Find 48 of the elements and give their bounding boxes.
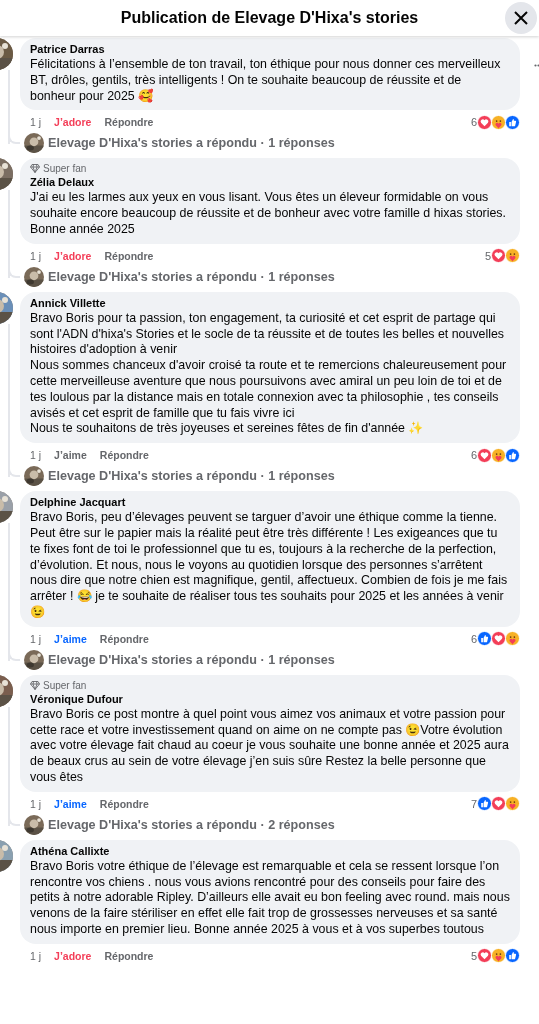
author-name[interactable]: Annick Villette bbox=[30, 296, 510, 309]
reaction-count: 6 bbox=[470, 449, 477, 462]
comment-text: Bravo Boris pour ta passion, ton engagement, ta curiosité et cet esprit de partage qui sont l'ADN d'hixa's Stories et le socle de ta réussite et de toutes les belles et nouvelles histoires d'adoption à venir Nous sommes chanceux d'avoir croisé ta route et te remercions chaleureusement pour cette merveilleuse aventure que nous poursuivons avec amiral un peu loin de toi et de tes loulous par la distance mais en totale connexion avec ta philosophie , tes conseils avisés et cet esprit de famille que tu fais vivre ici Nous te souhaitons de très joyeuses et sereines fêtes de fin d'année ✨ bbox=[30, 310, 508, 438]
timestamp: 1 j bbox=[30, 949, 42, 962]
close-icon bbox=[514, 11, 528, 25]
diamond-icon bbox=[30, 164, 40, 174]
badge-label: Super fan bbox=[43, 163, 87, 175]
reaction-count: 5 bbox=[470, 949, 477, 962]
reply-link[interactable]: Répondre bbox=[99, 449, 149, 462]
reaction-count: 5 bbox=[484, 249, 491, 262]
author-name[interactable]: Athéna Callixte bbox=[30, 844, 510, 857]
badge-label: Super fan bbox=[43, 679, 87, 691]
react-link[interactable]: J’adore bbox=[54, 949, 92, 962]
diamond-icon bbox=[30, 680, 40, 690]
reply-link[interactable]: Répondre bbox=[99, 797, 149, 810]
dialog-title: Publication de Elevage D'Hixa's stories bbox=[120, 9, 419, 27]
comment-text: Bravo Boris ce post montre à quel point vous aimez vos animaux et votre passion pour cette race et votre investissement quand on aime on ne compte pas 😉Votre évolution avec votre élevage fait chaud au coeur je vous souhaite une bonne année et 2025 aura de beaux crus au sein de votre élevage j’en suis sûre Restez la belle personne que vous êtes bbox=[30, 706, 510, 786]
react-link[interactable]: J’adore bbox=[54, 116, 92, 129]
react-link[interactable]: J’aime bbox=[54, 632, 87, 645]
author-name[interactable]: Véronique Dufour bbox=[30, 692, 510, 705]
reply-link[interactable]: Répondre bbox=[99, 632, 149, 645]
replies-link[interactable]: Elevage D'Hixa's stories a répondu · 1 réponses bbox=[48, 136, 335, 151]
timestamp: 1 j bbox=[30, 116, 42, 129]
timestamp: 1 j bbox=[30, 797, 42, 810]
timestamp: 1 j bbox=[30, 449, 42, 462]
timestamp: 1 j bbox=[30, 249, 42, 262]
comment-text: J'ai eu les larmes aux yeux en vous lisant. Vous êtes un éleveur formidable on vous souhaite encore beaucoup de réussite et de bonheur avec votre famille d hixas stories. Bonne année 2025 bbox=[30, 190, 507, 238]
author-name[interactable]: Zélia Delaux bbox=[30, 176, 510, 189]
close-button[interactable] bbox=[505, 2, 537, 34]
replies-link[interactable]: Elevage D'Hixa's stories a répondu · 1 réponses bbox=[48, 469, 335, 484]
comment-text: Bravo Boris, peu d’élevages peuvent se targuer d’avoir une éthique comme la tienne. Peut être sur le papier mais la réalité peut être très différente ! Les exigeances que tu te fixes font de toi le professionnel que tu es, toujours à la recherche de la perfection, d’évolution. Et nous, nous le voyons au quotidien lorsque des personnes s’arrêtent nous dire que notre chien est magnifique, gentil, affectueux. Combien de fois je me fais arrêter ! 😂 je te souhaite de réaliser tous tes souhaits pour 2025 et les années à venir 😉 bbox=[30, 510, 509, 621]
reply-link[interactable]: Répondre bbox=[104, 249, 154, 262]
comment-text: Bravo Boris votre éthique de l’élevage est remarquable et cela se ressent lorsque l’on rencontre vos chiens . nous vous avions rencontré pour des conseils pour faire des petits à notre adorable Ripley. D’ailleurs elle avait eu bon feeling avec round. mais nous venons de la faire stériliser en effet elle fait trop de grossesses nerveuses et sa santé nous importe en premier lieu. Bonne année 2025 à vous et à vos superbes toutous bbox=[30, 858, 510, 938]
reply-link[interactable]: Répondre bbox=[104, 949, 154, 962]
replies-link[interactable]: Elevage D'Hixa's stories a répondu · 1 réponses bbox=[48, 269, 335, 284]
reaction-count: 7 bbox=[470, 797, 477, 810]
replies-link[interactable]: Elevage D'Hixa's stories a répondu · 1 réponses bbox=[48, 652, 335, 667]
react-link[interactable]: J’aime bbox=[54, 449, 87, 462]
react-link[interactable]: J’adore bbox=[54, 249, 92, 262]
author-name[interactable]: Patrice Darras bbox=[30, 43, 510, 55]
comment-text: Félicitations à l’ensemble de ton travail, ton éthique pour nous donner ces merveilleux BT, drôles, gentils, très intelligents ! On te souhaite beaucoup de réussite et de bonheur pour 2025 🥰 bbox=[30, 57, 502, 105]
reaction-count: 6 bbox=[470, 632, 477, 645]
timestamp: 1 j bbox=[30, 632, 42, 645]
replies-link[interactable]: Elevage D'Hixa's stories a répondu · 2 réponses bbox=[48, 817, 335, 832]
reply-link[interactable]: Répondre bbox=[104, 116, 154, 129]
author-name[interactable]: Delphine Jacquart bbox=[30, 496, 510, 509]
reaction-count: 6 bbox=[470, 116, 477, 129]
react-link[interactable]: J’aime bbox=[54, 797, 87, 810]
